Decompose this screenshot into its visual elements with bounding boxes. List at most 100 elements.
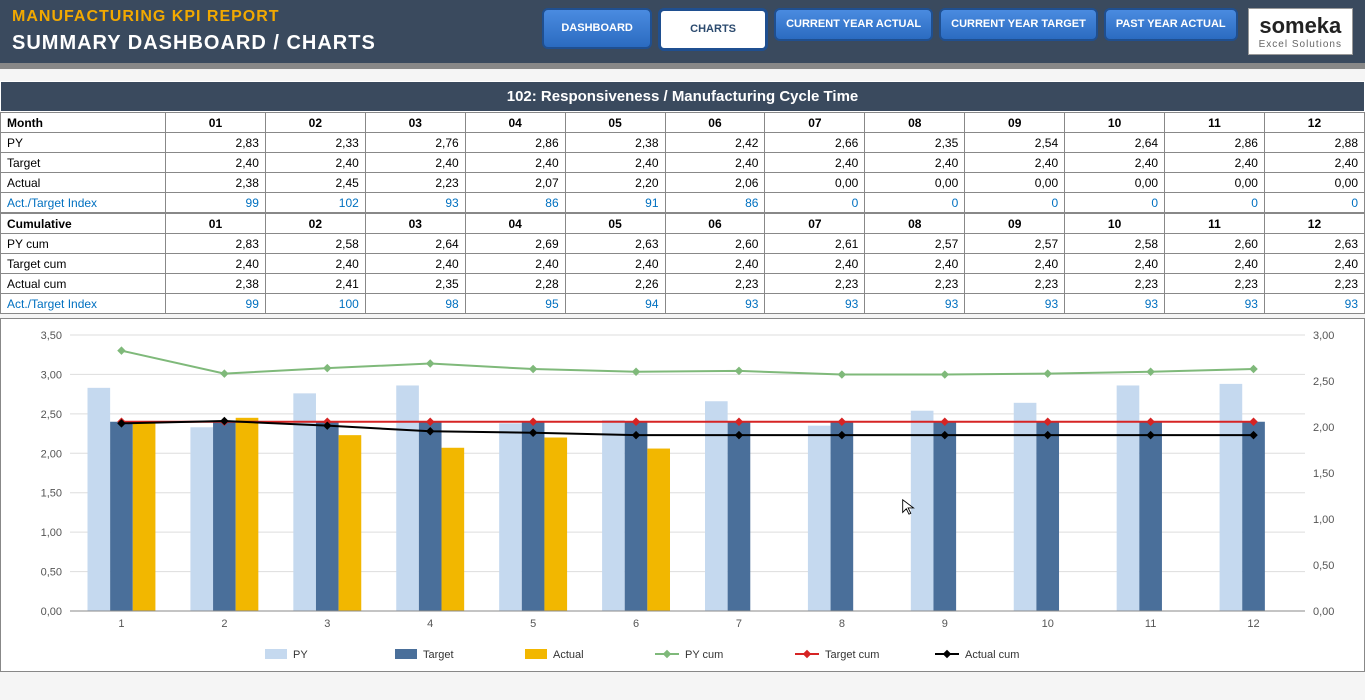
cell: 2,35 (865, 133, 965, 153)
cell: 0,00 (965, 173, 1065, 193)
month-header: 04 (465, 214, 565, 234)
cell: 2,57 (965, 234, 1065, 254)
month-header: 11 (1165, 113, 1265, 133)
cell: 2,40 (665, 153, 765, 173)
svg-text:4: 4 (427, 618, 433, 630)
cell: 0 (865, 193, 965, 213)
cell: 2,64 (1065, 133, 1165, 153)
cell: 2,40 (1065, 153, 1165, 173)
cell: 2,88 (1264, 133, 1364, 153)
cell: 2,40 (565, 254, 665, 274)
cell: 95 (465, 294, 565, 314)
cell: 2,54 (965, 133, 1065, 153)
cell: 2,23 (1165, 274, 1265, 294)
cell: 2,06 (665, 173, 765, 193)
cell: 2,42 (665, 133, 765, 153)
svg-text:5: 5 (530, 618, 536, 630)
svg-text:11: 11 (1145, 618, 1156, 630)
svg-text:1: 1 (118, 618, 124, 630)
month-header: 05 (565, 113, 665, 133)
svg-text:Target: Target (423, 649, 454, 661)
current-year-actual-button[interactable]: CURRENT YEAR ACTUAL (774, 8, 933, 41)
cell: 2,83 (166, 133, 266, 153)
cell: 2,86 (465, 133, 565, 153)
cell: 94 (565, 294, 665, 314)
cell: 2,23 (1264, 274, 1364, 294)
cell: 2,66 (765, 133, 865, 153)
cell: 2,40 (865, 254, 965, 274)
cell: 2,40 (365, 153, 465, 173)
current-year-target-button[interactable]: CURRENT YEAR TARGET (939, 8, 1098, 41)
month-header: 06 (665, 113, 765, 133)
month-header: 02 (265, 214, 365, 234)
cell: 2,40 (1264, 153, 1364, 173)
charts-button[interactable]: CHARTS (658, 8, 768, 51)
cell: 2,23 (765, 274, 865, 294)
svg-text:Actual: Actual (553, 649, 584, 661)
month-header: 03 (365, 214, 465, 234)
cell: 2,58 (265, 234, 365, 254)
logo-tag: Excel Solutions (1259, 39, 1342, 50)
cell: 2,07 (465, 173, 565, 193)
cell: 0 (965, 193, 1065, 213)
cell: 0 (1165, 193, 1265, 213)
cell: 93 (1165, 294, 1265, 314)
row-label: PY (1, 133, 166, 153)
cell: 2,28 (465, 274, 565, 294)
svg-text:9: 9 (942, 618, 948, 630)
svg-text:7: 7 (736, 618, 742, 630)
cell: 99 (166, 294, 266, 314)
cell: 93 (1065, 294, 1165, 314)
cell: 2,20 (565, 173, 665, 193)
svg-text:2,50: 2,50 (1313, 376, 1334, 388)
row-label: Target (1, 153, 166, 173)
cell: 100 (265, 294, 365, 314)
svg-text:1,00: 1,00 (41, 527, 62, 539)
month-header: 09 (965, 214, 1065, 234)
cell: 2,45 (265, 173, 365, 193)
logo-name: someka (1259, 13, 1342, 39)
month-header: 01 (166, 113, 266, 133)
svg-text:PY cum: PY cum (685, 649, 723, 661)
past-year-actual-button[interactable]: PAST YEAR ACTUAL (1104, 8, 1238, 41)
cell: 2,41 (265, 274, 365, 294)
cell: 2,61 (765, 234, 865, 254)
month-header: 10 (1065, 113, 1165, 133)
cell: 2,40 (665, 254, 765, 274)
cell: 2,40 (265, 153, 365, 173)
cell: 2,69 (465, 234, 565, 254)
cell: 2,38 (166, 274, 266, 294)
cell: 98 (365, 294, 465, 314)
svg-text:2: 2 (221, 618, 227, 630)
logo: someka Excel Solutions (1248, 8, 1353, 55)
month-header: 07 (765, 214, 865, 234)
month-header: 06 (665, 214, 765, 234)
cell: 0,00 (1165, 173, 1265, 193)
cell: 2,40 (166, 254, 266, 274)
svg-text:1,50: 1,50 (41, 488, 62, 500)
svg-text:Target cum: Target cum (825, 649, 879, 661)
svg-text:0,50: 0,50 (41, 567, 62, 579)
cell: 2,76 (365, 133, 465, 153)
cell: 0 (765, 193, 865, 213)
cell: 0,00 (865, 173, 965, 193)
data-tables: Month010203040506070809101112PY2,832,332… (0, 112, 1365, 314)
dashboard-button[interactable]: DASHBOARD (542, 8, 652, 49)
row-label: Actual cum (1, 274, 166, 294)
month-header: 07 (765, 113, 865, 133)
cell: 93 (765, 294, 865, 314)
cell: 0,00 (1065, 173, 1165, 193)
svg-text:1,00: 1,00 (1313, 514, 1334, 526)
svg-text:8: 8 (839, 618, 845, 630)
cell: 2,23 (365, 173, 465, 193)
cell: 2,38 (166, 173, 266, 193)
table-corner: Month (1, 113, 166, 133)
cell: 93 (865, 294, 965, 314)
svg-text:PY: PY (293, 649, 308, 661)
chart-container: 0,000,501,001,502,002,503,003,500,000,50… (0, 318, 1365, 672)
svg-text:0,00: 0,00 (1313, 606, 1334, 618)
svg-text:2,50: 2,50 (41, 409, 62, 421)
cell: 2,40 (1264, 254, 1364, 274)
cell: 2,60 (665, 234, 765, 254)
cell: 91 (565, 193, 665, 213)
